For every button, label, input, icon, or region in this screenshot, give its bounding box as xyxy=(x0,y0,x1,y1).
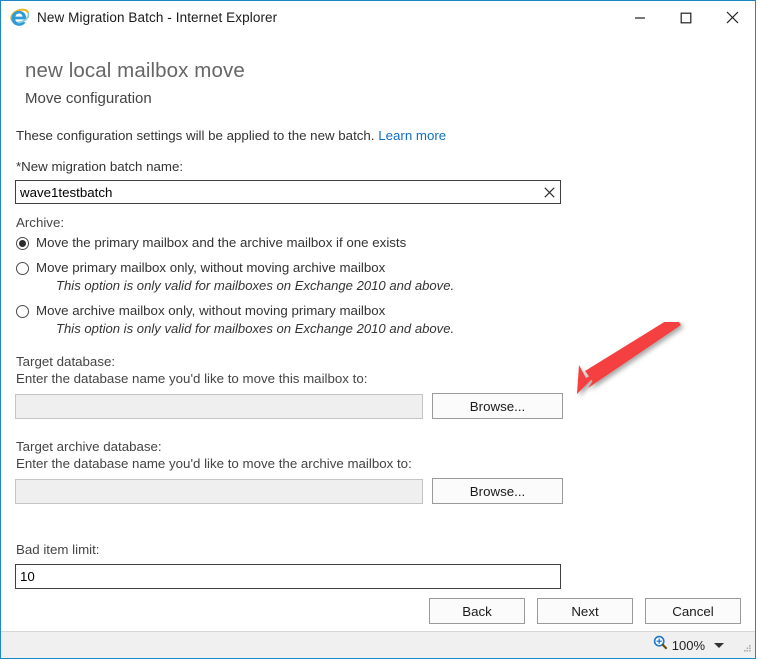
minimize-icon xyxy=(634,12,646,24)
target-database-label: Target database: xyxy=(15,354,741,369)
cancel-button[interactable]: Cancel xyxy=(645,598,741,624)
next-button[interactable]: Next xyxy=(537,598,633,624)
target-database-description: Enter the database name you'd like to mo… xyxy=(15,371,741,386)
target-archive-database-description: Enter the database name you'd like to mo… xyxy=(15,456,741,471)
close-icon xyxy=(726,11,739,24)
learn-more-link[interactable]: Learn more xyxy=(378,128,446,143)
archive-option-label: Move archive mailbox only, without movin… xyxy=(36,302,385,320)
maximize-icon xyxy=(680,12,692,24)
internet-explorer-icon xyxy=(9,8,29,28)
batch-name-label: *New migration batch name: xyxy=(15,159,741,174)
target-database-row: Browse... xyxy=(15,393,741,419)
wizard-navigation: Back Next Cancel xyxy=(15,598,741,624)
window-controls xyxy=(617,1,755,34)
browse-button-target-database[interactable]: Browse... xyxy=(432,393,563,419)
zoom-control[interactable]: 100% xyxy=(653,635,736,655)
target-database-input[interactable] xyxy=(15,394,423,419)
resize-grip-icon[interactable] xyxy=(742,640,752,650)
archive-option-archive-only-hint: This option is only valid for mailboxes … xyxy=(15,320,741,338)
page-title: new local mailbox move xyxy=(15,34,741,83)
archive-group-label: Archive: xyxy=(15,215,741,230)
batch-name-field-wrapper xyxy=(15,180,561,204)
intro-text: These configuration settings will be app… xyxy=(15,107,741,143)
archive-option-archive-only[interactable]: Move archive mailbox only, without movin… xyxy=(15,302,741,320)
status-bar: 100% xyxy=(1,631,755,658)
target-archive-database-input[interactable] xyxy=(15,479,423,504)
clear-x-icon[interactable] xyxy=(539,181,560,203)
chevron-down-icon[interactable] xyxy=(714,643,724,648)
minimize-button[interactable] xyxy=(617,1,663,34)
archive-option-primary-and-archive[interactable]: Move the primary mailbox and the archive… xyxy=(15,234,741,252)
ie-browser-window: New Migration Batch - Internet Explorer xyxy=(0,0,756,659)
close-button[interactable] xyxy=(709,1,755,34)
archive-option-label: Move the primary mailbox and the archive… xyxy=(36,234,406,252)
zoom-level-label: 100% xyxy=(672,638,705,653)
back-button[interactable]: Back xyxy=(429,598,525,624)
bad-item-limit-input[interactable] xyxy=(15,564,561,589)
bad-item-limit-label: Bad item limit: xyxy=(15,542,741,557)
intro-sentence: These configuration settings will be app… xyxy=(16,128,375,143)
browse-button-target-archive-database[interactable]: Browse... xyxy=(432,478,563,504)
archive-option-label: Move primary mailbox only, without movin… xyxy=(36,259,385,277)
maximize-button[interactable] xyxy=(663,1,709,34)
target-archive-database-label: Target archive database: xyxy=(15,439,741,454)
archive-option-primary-only-hint: This option is only valid for mailboxes … xyxy=(15,277,741,295)
batch-name-input[interactable] xyxy=(15,180,561,204)
page-content: new local mailbox move Move configuratio… xyxy=(1,34,755,631)
page-subtitle: Move configuration xyxy=(15,83,741,107)
radio-icon-unselected xyxy=(16,262,29,275)
title-bar: New Migration Batch - Internet Explorer xyxy=(1,1,755,34)
radio-icon-selected xyxy=(16,237,29,250)
radio-icon-unselected xyxy=(16,305,29,318)
window-title: New Migration Batch - Internet Explorer xyxy=(37,10,277,25)
target-archive-database-row: Browse... xyxy=(15,478,741,504)
zoom-magnifier-icon xyxy=(653,635,668,655)
archive-option-primary-only[interactable]: Move primary mailbox only, without movin… xyxy=(15,259,741,277)
